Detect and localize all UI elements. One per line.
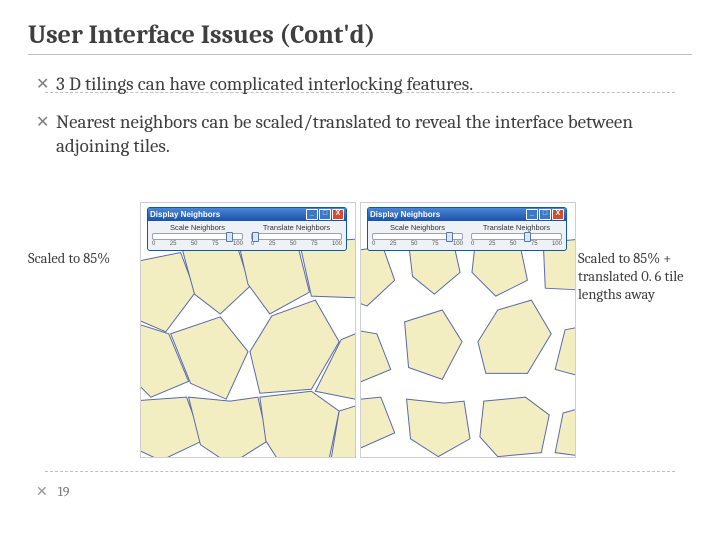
translate-slider[interactable] — [251, 233, 342, 240]
page-title: User Interface Issues (Cont'd) — [28, 20, 692, 50]
tick: 100 — [453, 241, 463, 247]
maximize-icon[interactable]: □ — [319, 209, 331, 220]
neighbor-panel: Display Neighbors _ □ X Scale Neighbors — [367, 207, 567, 251]
panel-title: Display Neighbors — [370, 210, 440, 219]
footer: ✕ 19 — [36, 483, 70, 500]
tick: 100 — [552, 241, 562, 247]
tick: 25 — [170, 241, 177, 247]
bullet-text: Nearest neighbors can be scaled/translat… — [56, 111, 692, 159]
minimize-icon[interactable]: _ — [526, 209, 538, 220]
tick: 75 — [531, 241, 538, 247]
translate-ticks: 0 25 50 75 100 — [250, 241, 343, 247]
translate-slider-thumb[interactable] — [524, 232, 531, 242]
tick: 25 — [489, 241, 496, 247]
window-controls: _ □ X — [526, 209, 564, 220]
panel-body: Scale Neighbors 0 25 50 75 100 — [368, 221, 566, 250]
close-icon[interactable]: X — [552, 209, 564, 220]
translate-ticks: 0 25 50 75 100 — [470, 241, 563, 247]
maximize-icon[interactable]: □ — [539, 209, 551, 220]
dashed-divider — [45, 92, 675, 93]
figure-left: Display Neighbors _ □ X Scale Neighbors — [140, 202, 356, 458]
bullet-marker-icon: ✕ — [36, 73, 56, 97]
bullet-item: ✕ 3 D tilings can have complicated inter… — [36, 73, 692, 97]
close-icon[interactable]: X — [332, 209, 344, 220]
bullet-marker-icon: ✕ — [36, 111, 56, 135]
right-caption: Scaled to 85% + translated 0. 6 tile len… — [578, 250, 708, 304]
translate-slider-label: Translate Neighbors — [470, 223, 563, 232]
panel-titlebar[interactable]: Display Neighbors _ □ X — [368, 208, 566, 221]
panel-titlebar[interactable]: Display Neighbors _ □ X — [148, 208, 346, 221]
minimize-icon[interactable]: _ — [306, 209, 318, 220]
page-number: 19 — [58, 483, 70, 500]
translate-slider-group: Translate Neighbors 0 25 50 75 100 — [470, 223, 563, 247]
translate-slider-group: Translate Neighbors 0 25 50 75 100 — [250, 223, 343, 247]
tick: 25 — [390, 241, 397, 247]
tick: 50 — [510, 241, 517, 247]
scale-slider-group: Scale Neighbors 0 25 50 75 100 — [151, 223, 244, 247]
figure-row: Display Neighbors _ □ X Scale Neighbors — [140, 202, 576, 458]
tick: 75 — [432, 241, 439, 247]
tick: 100 — [233, 241, 243, 247]
translate-slider-thumb[interactable] — [252, 232, 259, 242]
tick: 75 — [311, 241, 318, 247]
title-divider — [28, 54, 692, 55]
tick: 25 — [269, 241, 276, 247]
scale-slider-thumb[interactable] — [446, 232, 453, 242]
translate-slider[interactable] — [471, 233, 562, 240]
scale-slider[interactable] — [372, 233, 463, 240]
tick: 50 — [290, 241, 297, 247]
tick: 0 — [152, 241, 155, 247]
translate-slider-label: Translate Neighbors — [250, 223, 343, 232]
footer-divider — [45, 471, 675, 472]
footer-marker-icon: ✕ — [36, 483, 48, 500]
window-controls: _ □ X — [306, 209, 344, 220]
scale-slider[interactable] — [152, 233, 243, 240]
scale-slider-label: Scale Neighbors — [371, 223, 464, 232]
tick: 100 — [332, 241, 342, 247]
tick: 0 — [471, 241, 474, 247]
tick: 75 — [212, 241, 219, 247]
scale-slider-thumb[interactable] — [226, 232, 233, 242]
panel-body: Scale Neighbors 0 25 50 75 100 — [148, 221, 346, 250]
tick: 0 — [372, 241, 375, 247]
neighbor-panel: Display Neighbors _ □ X Scale Neighbors — [147, 207, 347, 251]
scale-slider-label: Scale Neighbors — [151, 223, 244, 232]
panel-title: Display Neighbors — [150, 210, 220, 219]
figure-right: Display Neighbors _ □ X Scale Neighbors — [360, 202, 576, 458]
tick: 50 — [411, 241, 418, 247]
scale-slider-group: Scale Neighbors 0 25 50 75 100 — [371, 223, 464, 247]
left-caption: Scaled to 85% — [28, 250, 133, 304]
tick: 50 — [191, 241, 198, 247]
bullet-item: ✕ Nearest neighbors can be scaled/transl… — [36, 111, 692, 159]
bullet-text: 3 D tilings can have complicated interlo… — [56, 73, 692, 97]
bullet-list: ✕ 3 D tilings can have complicated inter… — [36, 73, 692, 159]
